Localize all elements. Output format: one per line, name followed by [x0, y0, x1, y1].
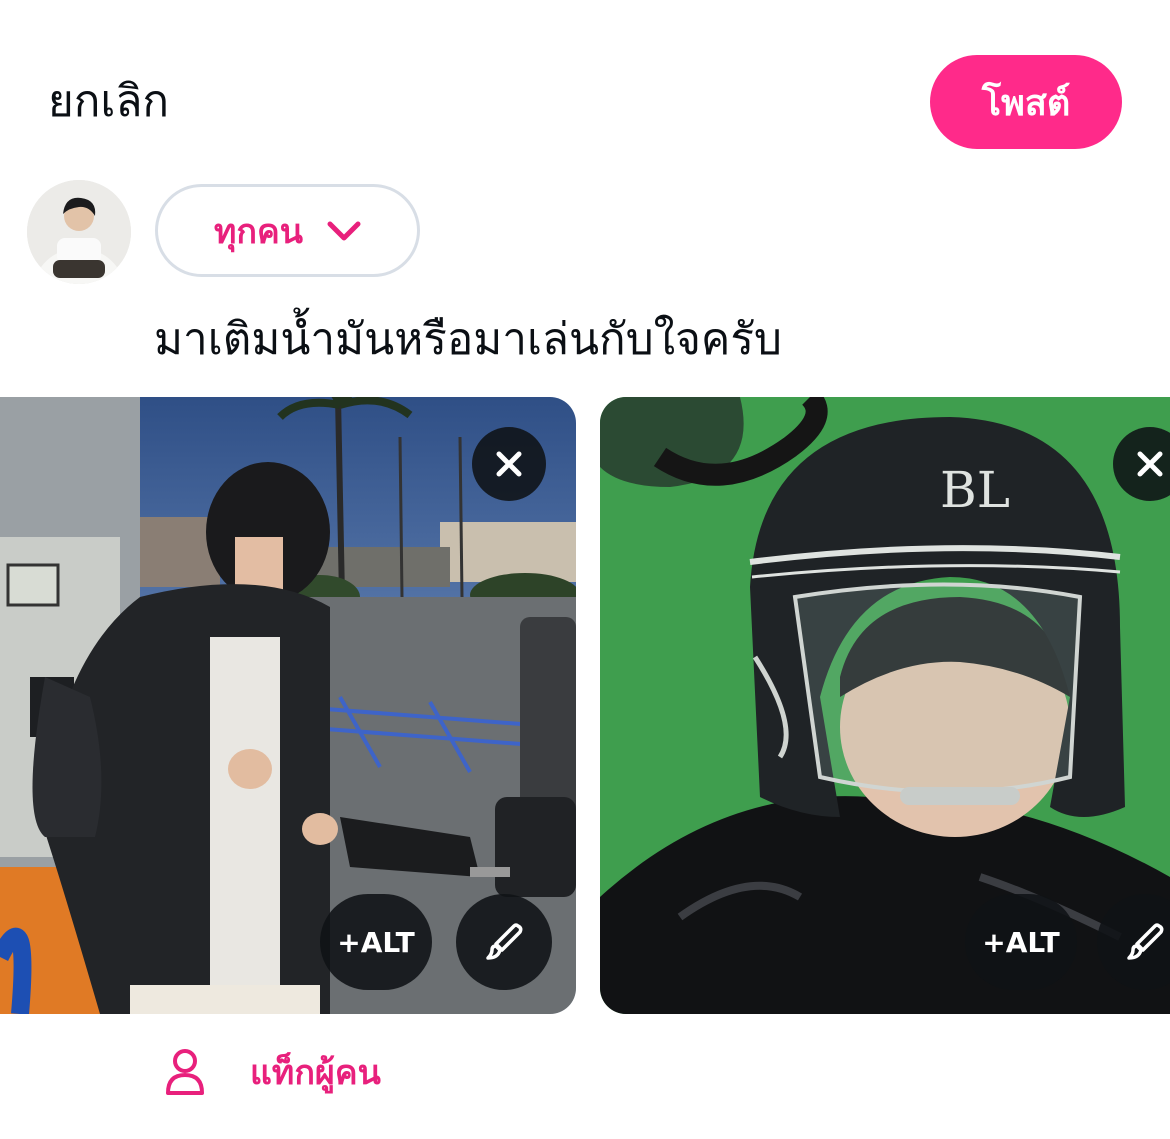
- post-button[interactable]: โพสต์: [930, 55, 1122, 149]
- close-icon: [496, 451, 522, 477]
- tag-people-label: แท็กผู้คน: [250, 1053, 381, 1093]
- chevron-down-icon: [327, 220, 361, 242]
- add-alt-text-button[interactable]: +ALT: [320, 894, 432, 990]
- tag-people-button[interactable]: แท็กผู้คน: [165, 1040, 381, 1104]
- avatar[interactable]: [27, 180, 131, 284]
- brush-icon: [1127, 923, 1164, 960]
- audience-label: ทุกคน: [214, 211, 303, 252]
- media-attachment-1[interactable]: +ALT: [0, 397, 576, 1014]
- photo-helmet: BL: [600, 397, 1170, 1014]
- media-attachment-2[interactable]: BL +ALT: [600, 397, 1170, 1014]
- compose-screen: ยกเลิก โพสต์ ทุกคน มาเติมน้ำมันหรือมาเล่…: [0, 0, 1170, 1139]
- close-icon: [1137, 451, 1163, 477]
- add-alt-text-button[interactable]: +ALT: [965, 894, 1077, 990]
- audience-selector[interactable]: ทุกคน: [155, 184, 420, 277]
- svg-text:BL: BL: [940, 461, 1010, 519]
- brush-icon: [486, 923, 523, 960]
- person-icon: [166, 1049, 204, 1095]
- post-text-input[interactable]: มาเติมน้ำมันหรือมาเล่นกับใจครับ: [154, 310, 782, 370]
- remove-media-button[interactable]: [472, 427, 546, 501]
- cancel-button[interactable]: ยกเลิก: [48, 74, 169, 130]
- edit-media-button[interactable]: [456, 894, 552, 990]
